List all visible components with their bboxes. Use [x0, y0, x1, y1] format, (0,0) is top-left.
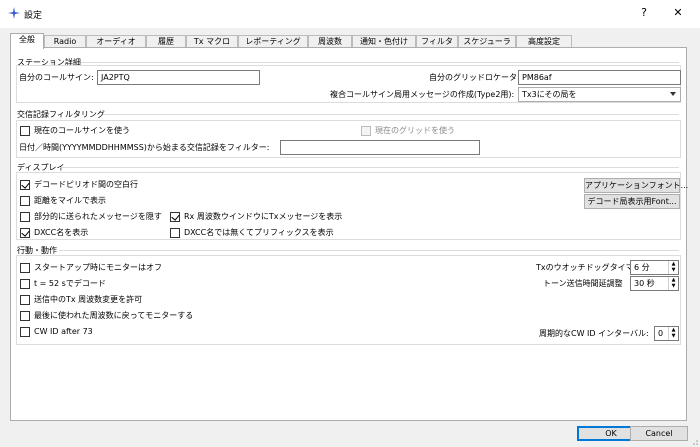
use-current-callsign-label: 現在のコールサインを使う [34, 126, 130, 135]
title-bar: 設定 ? ✕ [0, 0, 700, 28]
spin-buttons[interactable]: ▲ ▼ [668, 261, 678, 274]
watchdog-spinbox[interactable]: 6 分 ▲ ▼ [630, 260, 679, 275]
use-current-callsign-checkbox[interactable] [20, 126, 30, 136]
monitor-off-checkbox[interactable] [20, 263, 30, 273]
cwid-interval-label: 周期的なCW ID インターバル: [539, 329, 649, 338]
radio-app-icon [8, 7, 20, 19]
tab-general[interactable]: 全般 [10, 33, 44, 49]
callsign-label: 自分のコールサイン: [19, 73, 94, 82]
cwid-interval-value: 0 [658, 329, 664, 338]
group-divider [103, 114, 679, 115]
return-last-freq-checkbox[interactable] [20, 311, 30, 321]
spin-down-icon[interactable]: ▼ [669, 267, 678, 273]
distance-miles-checkbox[interactable] [20, 196, 30, 206]
compound-callsign-value: Tx3にその局を [522, 90, 577, 99]
blank-line-label: デコードピリオド間の空白行 [34, 180, 138, 189]
use-current-grid-label: 現在のグリッドを使う [375, 126, 455, 135]
decode-52s-label: t = 52 sでデコード [34, 279, 106, 288]
monitor-off-label: スタートアップ時にモニターはオフ [34, 263, 162, 272]
group-divider [59, 167, 679, 168]
chevron-down-icon [670, 92, 676, 96]
close-button[interactable]: ✕ [666, 4, 690, 22]
date-filter-label: 日付／時間(YYYYMMDDHHMMSS)から始まる交信記録をフィルター: [19, 143, 270, 152]
tune-duration-value: 30 秒 [634, 279, 655, 288]
rx-freq-window-label: Rx 周波数ウインドウにTxメッセージを表示 [184, 212, 343, 221]
cw-id-checkbox[interactable] [20, 327, 30, 337]
rx-freq-window-checkbox[interactable] [170, 212, 180, 222]
allow-tx-change-checkbox[interactable] [20, 295, 30, 305]
cwid-interval-spinbox[interactable]: 0 ▲ ▼ [654, 326, 679, 341]
dxcc-name-checkbox[interactable] [20, 228, 30, 238]
callsign-input[interactable]: JA2PTQ [97, 70, 260, 85]
dxcc-name-label: DXCC名を表示 [34, 228, 89, 237]
use-current-grid-checkbox[interactable] [361, 126, 371, 136]
watchdog-label: Txのウオッチドッグタイマー [536, 263, 642, 272]
spin-buttons[interactable]: ▲ ▼ [668, 327, 678, 340]
distance-miles-label: 距離をマイルで表示 [34, 196, 106, 205]
grid-locator-input[interactable]: PM86af [518, 70, 681, 85]
compound-callsign-select[interactable]: Tx3にその局を [518, 87, 681, 102]
general-settings-panel: ステーション詳細 自分のコールサイン: JA2PTQ 自分のグリッドロケータ: … [10, 47, 688, 421]
log-filter-title: 交信記録フィルタリング [17, 110, 105, 119]
compound-callsign-label: 複合コールサイン局用メッセージの作成(Type2用): [330, 90, 515, 99]
allow-tx-change-label: 送信中のTx 周波数変更を許可 [34, 295, 143, 304]
cancel-button[interactable]: Cancel [630, 426, 688, 441]
watchdog-value: 6 分 [634, 263, 650, 272]
application-font-button[interactable]: アプリケーションフォント... [584, 178, 688, 193]
window-title: 設定 [24, 11, 43, 21]
decode-font-button[interactable]: デコード局表示用Font... [584, 194, 680, 209]
blank-line-checkbox[interactable] [20, 180, 30, 190]
group-divider [59, 250, 679, 251]
dxcc-prefix-label: DXCC名では無くてプリフィックスを表示 [184, 228, 334, 237]
hide-partial-label: 部分的に送られたメッセージを隠す [34, 212, 162, 221]
spin-buttons[interactable]: ▲ ▼ [668, 277, 678, 290]
date-filter-input[interactable] [280, 140, 480, 155]
help-button[interactable]: ? [632, 4, 656, 22]
dxcc-prefix-checkbox[interactable] [170, 228, 180, 238]
tune-duration-label: トーン送信時間延調整 [543, 279, 623, 288]
hide-partial-checkbox[interactable] [20, 212, 30, 222]
tune-duration-spinbox[interactable]: 30 秒 ▲ ▼ [630, 276, 679, 291]
resize-grip-icon[interactable] [690, 437, 698, 445]
group-divider [81, 62, 679, 63]
cw-id-label: CW ID after 73 [34, 327, 93, 336]
spin-down-icon[interactable]: ▼ [669, 333, 678, 339]
decode-52s-checkbox[interactable] [20, 279, 30, 289]
spin-down-icon[interactable]: ▼ [669, 283, 678, 289]
grid-locator-label: 自分のグリッドロケータ: [429, 73, 520, 82]
return-last-freq-label: 最後に使われた周波数に戻ってモニターする [34, 311, 194, 320]
